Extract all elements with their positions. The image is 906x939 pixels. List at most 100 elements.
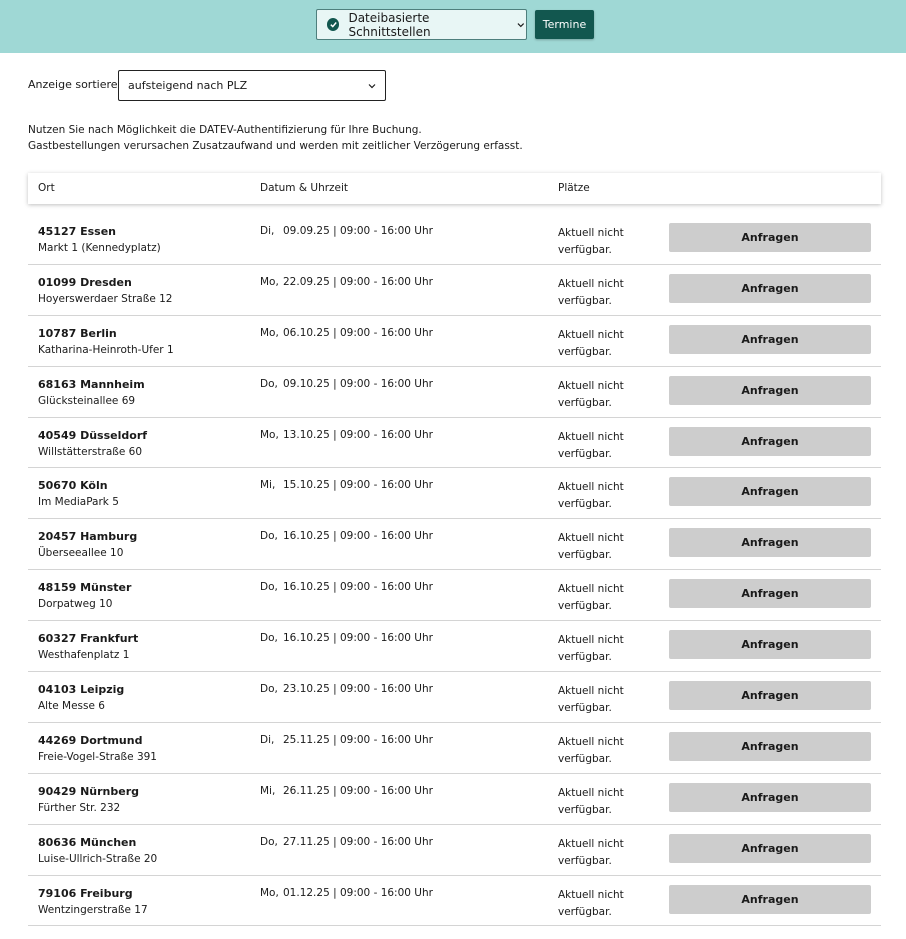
notice-line-2: Gastbestellungen verursachen Zusatzaufwa…: [28, 140, 523, 152]
request-button[interactable]: Anfragen: [669, 833, 871, 863]
row-date-time: 23.10.25 | 09:00 - 16:00 Uhr: [283, 683, 433, 696]
row-weekday: Do,: [260, 632, 278, 645]
row-seat-status: Aktuell nicht verfügbar.: [558, 786, 624, 816]
table-row: 04103 Leipzig Alte Messe 6 Do, 23.10.25 | 0…: [28, 672, 881, 723]
notice-line-1: Nutzen Sie nach Möglichkeit die DATEV-Au…: [28, 124, 422, 136]
top-bar: Dateibasierte Schnittstellen Termine: [0, 0, 906, 53]
row-city: 10787 Berlin: [38, 326, 117, 340]
row-city: 80636 München: [38, 835, 137, 849]
request-button[interactable]: Anfragen: [669, 223, 871, 252]
table-row: 40549 Düsseldorf Willstätterstraße 60 Mo, 1…: [28, 418, 881, 469]
row-street: Hoyerswerdaer Straße 12: [38, 292, 173, 305]
row-city: 45127 Essen: [38, 225, 116, 238]
table-row: 01099 Dresden Hoyerswerdaer Straße 12 Mo, 2…: [28, 265, 881, 316]
column-header-datetime: Datum & Uhrzeit: [260, 182, 349, 194]
row-street: Luise-Ullrich-Straße 20: [38, 852, 158, 865]
table-row: 79106 Freiburg Wentzingerstraße 17 Mo, 01.1…: [28, 876, 881, 927]
row-city: 50670 Köln: [38, 479, 108, 493]
row-date-time: 16.10.25 | 09:00 - 16:00 Uhr: [283, 530, 433, 543]
table-row: 68163 Mannheim Glücksteinallee 69 Do, 09.10…: [28, 367, 881, 418]
request-button[interactable]: Anfragen: [669, 681, 871, 711]
row-date-time: 13.10.25 | 09:00 - 16:00 Uhr: [283, 428, 433, 441]
sort-select[interactable]: aufsteigend nach PLZ: [118, 70, 386, 101]
column-header-seats: Plätze: [558, 182, 590, 194]
row-seat-status: Aktuell nicht verfügbar.: [558, 379, 624, 409]
table-row: 48159 Münster Dorpatweg 10 Do, 16.10.25 | 0…: [28, 570, 881, 622]
table-row: 60327 Frankfurt Westhafenplatz 1 Do, 16.10.…: [28, 621, 881, 673]
row-street: Dorpatweg 10: [38, 598, 113, 611]
row-street: Fürther Str. 232: [38, 801, 121, 814]
request-button[interactable]: Anfragen: [669, 324, 871, 354]
row-city: 60327 Frankfurt: [38, 632, 139, 646]
row-street: Freie-Vogel-Straße 391: [38, 750, 157, 763]
row-street: Alte Messe 6: [38, 700, 105, 713]
row-seat-status: Aktuell nicht verfügbar.: [558, 481, 624, 511]
row-city: 48159 Münster: [38, 581, 132, 595]
row-weekday: Mi,: [260, 784, 276, 797]
table-row: 10787 Berlin Katharina-Heinroth-Ufer 1 Mo,…: [28, 316, 881, 367]
sort-label: Anzeige sortieren:: [28, 78, 129, 91]
row-city: 20457 Hamburg: [38, 530, 138, 544]
request-button[interactable]: Anfragen: [669, 782, 871, 812]
row-weekday: Di,: [260, 733, 275, 746]
request-button[interactable]: Anfragen: [669, 477, 871, 507]
table-row: 50670 Köln Im MediaPark 5 Mi, 15.10.25 | 09…: [28, 468, 881, 520]
row-date-time: 26.11.25 | 09:00 - 16:00 Uhr: [283, 784, 433, 797]
request-button[interactable]: Anfragen: [669, 579, 871, 609]
row-city: 01099 Dresden: [38, 275, 132, 289]
table-row: 45127 Essen Markt 1 (Kennedyplatz) Di, 09.0…: [28, 214, 881, 265]
request-button[interactable]: Anfragen: [669, 884, 871, 914]
column-header-location: Ort: [38, 182, 55, 194]
row-weekday: Do,: [260, 683, 278, 696]
row-date-time: 06.10.25 | 09:00 - 16:00 Uhr: [283, 326, 433, 339]
table-row: 20457 Hamburg Überseeallee 10 Do, 16.10.25 …: [28, 519, 881, 571]
row-street: Im MediaPark 5: [38, 496, 119, 509]
row-seat-status: Aktuell nicht verfügbar.: [558, 685, 624, 715]
sort-select-value: aufsteigend nach PLZ: [128, 79, 248, 92]
row-street: Willstätterstraße 60: [38, 445, 143, 458]
row-city: 04103 Leipzig: [38, 683, 125, 697]
row-seat-status: Aktuell nicht verfügbar.: [558, 532, 624, 562]
row-date-time: 25.11.25 | 09:00 - 16:00 Uhr: [283, 733, 433, 746]
chevron-down-icon: [368, 84, 376, 89]
request-button[interactable]: Anfragen: [669, 731, 871, 761]
row-seat-status: Aktuell nicht verfügbar.: [558, 277, 624, 307]
row-street: Katharina-Heinroth-Ufer 1: [38, 343, 174, 356]
row-seat-status: Aktuell nicht verfügbar.: [558, 583, 624, 613]
appointment-list: 45127 Essen Markt 1 (Kennedyplatz) Di, 09.0…: [28, 214, 881, 927]
row-city: 90429 Nürnberg: [38, 784, 140, 798]
row-street: Glücksteinallee 69: [38, 394, 136, 407]
row-date-time: 09.09.25 | 09:00 - 16:00 Uhr: [283, 225, 433, 237]
row-street: Wentzingerstraße 17: [38, 903, 148, 916]
request-button[interactable]: Anfragen: [669, 630, 871, 660]
booking-notice: Nutzen Sie nach Möglichkeit die DATEV-Au…: [28, 122, 523, 154]
request-button[interactable]: Anfragen: [669, 426, 871, 456]
interface-dropdown-label: Dateibasierte Schnittstellen: [348, 10, 431, 39]
request-button[interactable]: Anfragen: [669, 375, 871, 405]
row-city: 68163 Mannheim: [38, 377, 145, 391]
row-date-time: 15.10.25 | 09:00 - 16:00 Uhr: [283, 479, 433, 492]
row-street: Überseeallee 10: [38, 547, 124, 560]
row-seat-status: Aktuell nicht verfügbar.: [558, 328, 624, 358]
row-weekday: Do,: [260, 581, 278, 594]
row-seat-status: Aktuell nicht verfügbar.: [558, 634, 624, 664]
row-city: 40549 Düsseldorf: [38, 428, 148, 442]
table-header: Ort Datum & Uhrzeit Plätze: [28, 173, 881, 204]
row-weekday: Mo,: [260, 326, 279, 339]
interface-dropdown-button[interactable]: Dateibasierte Schnittstellen: [316, 9, 527, 40]
request-button[interactable]: Anfragen: [669, 273, 871, 303]
row-date-time: 27.11.25 | 09:00 - 16:00 Uhr: [283, 835, 433, 848]
request-button[interactable]: Anfragen: [669, 528, 871, 558]
termine-button[interactable]: Termine: [535, 10, 594, 39]
row-street: Markt 1 (Kennedyplatz): [38, 242, 161, 254]
row-date-time: 01.12.25 | 09:00 - 16:00 Uhr: [283, 886, 433, 899]
check-circle-icon: [327, 18, 340, 31]
row-city: 79106 Freiburg: [38, 886, 133, 900]
row-weekday: Do,: [260, 377, 278, 390]
row-street: Westhafenplatz 1: [38, 649, 130, 662]
row-weekday: Mo,: [260, 275, 279, 288]
row-city: 44269 Dortmund: [38, 733, 143, 747]
row-weekday: Mi,: [260, 479, 276, 492]
row-seat-status: Aktuell nicht verfügbar.: [558, 837, 624, 867]
chevron-down-icon: [517, 22, 525, 27]
